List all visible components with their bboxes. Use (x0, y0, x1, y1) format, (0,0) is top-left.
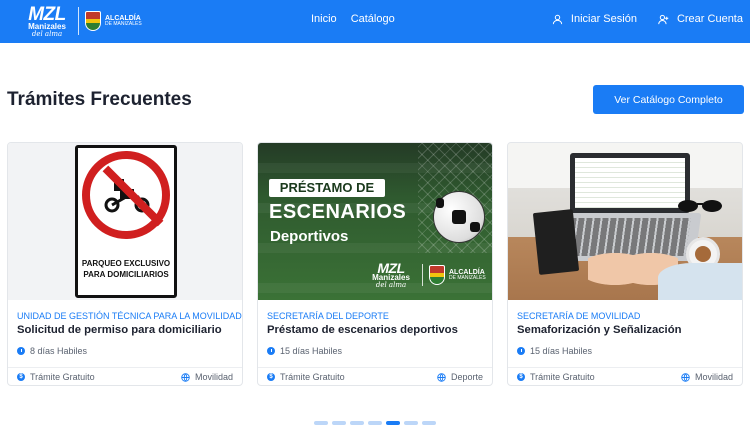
globe-icon (681, 372, 690, 382)
card-title: Préstamo de escenarios deportivos (267, 324, 458, 336)
top-navbar: MZL Manizales del alma ALCALDÍA DE MANIZ… (0, 0, 750, 43)
register-button[interactable]: Crear Cuenta (658, 13, 743, 25)
procedure-card-semaforizacion[interactable]: SECRETARÍA DE MOVILIDAD Semaforización y… (507, 142, 743, 386)
register-label: Crear Cuenta (676, 13, 743, 25)
brand-divider (78, 7, 79, 35)
sports-field-image: PRÉSTAMO DE ESCENARIOS Deportivos MZL Ma… (258, 143, 492, 300)
carousel-dot[interactable] (386, 421, 400, 425)
dollar-icon: $ (267, 373, 275, 381)
clock-icon (17, 347, 25, 355)
card-divider (8, 367, 242, 368)
clock-icon (267, 347, 275, 355)
card-category: Deporte (437, 372, 483, 382)
main-nav: Inicio Catálogo (311, 13, 395, 25)
nav-link-inicio[interactable]: Inicio (311, 13, 337, 25)
card-department: UNIDAD DE GESTIÓN TÉCNICA PARA LA MOVILI… (17, 311, 242, 321)
clock-icon (517, 347, 525, 355)
login-button[interactable]: Iniciar Sesión (552, 13, 637, 25)
carousel-dot[interactable] (314, 421, 328, 425)
alcaldia-label: ALCALDÍA DE MANIZALES (105, 14, 142, 28)
card-image (508, 143, 742, 300)
carousel-pagination (314, 421, 436, 425)
card-duration: 15 días Habiles (517, 346, 592, 356)
card-cost: $ Trámite Gratuito (17, 372, 95, 382)
procedure-card-escenarios[interactable]: PRÉSTAMO DE ESCENARIOS Deportivos MZL Ma… (257, 142, 493, 386)
parking-sign: PARQUEO EXCLUSIVO PARA DOMICILIARIOS (75, 145, 177, 298)
carousel-dot[interactable] (404, 421, 418, 425)
parking-sign-image: PARQUEO EXCLUSIVO PARA DOMICILIARIOS (8, 143, 242, 300)
card-divider (508, 367, 742, 368)
mzl-logo: MZL Manizales del alma (28, 3, 66, 38)
user-icon (552, 14, 563, 24)
card-title: Solicitud de permiso para domiciliario (17, 324, 222, 336)
banner-pre-text: PRÉSTAMO DE (269, 179, 385, 197)
carousel-dot[interactable] (422, 421, 436, 425)
login-label: Iniciar Sesión (570, 13, 637, 25)
card-image: PRÉSTAMO DE ESCENARIOS Deportivos MZL Ma… (258, 143, 492, 300)
notebook (532, 209, 580, 275)
dollar-icon: $ (517, 373, 525, 381)
card-cost: $ Trámite Gratuito (267, 372, 345, 382)
card-category: Movilidad (181, 372, 233, 382)
sunglasses-icon (678, 200, 722, 212)
laptop-desk-image (508, 143, 742, 300)
laptop-screen (570, 153, 690, 213)
coat-of-arms-icon (429, 265, 445, 285)
card-department: SECRETARÍA DEL DEPORTE (267, 311, 389, 321)
globe-icon (181, 372, 190, 382)
sleeve (658, 263, 742, 300)
section-title: Trámites Frecuentes (7, 89, 192, 110)
card-divider (258, 367, 492, 368)
carousel-dot[interactable] (368, 421, 382, 425)
globe-icon (437, 372, 446, 382)
soccer-ball-icon (433, 191, 485, 243)
card-category: Movilidad (681, 372, 733, 382)
mzl-logo: MZL Manizales del alma (372, 260, 410, 289)
user-plus-icon (658, 14, 669, 24)
card-department: SECRETARÍA DE MOVILIDAD (517, 311, 641, 321)
account-actions: Iniciar Sesión Crear Cuenta (552, 13, 743, 25)
card-cost: $ Trámite Gratuito (517, 372, 595, 382)
banner-logo: MZL Manizales del alma ALCALDÍA DE MANIZ… (366, 261, 486, 289)
prohibition-icon (82, 151, 170, 239)
card-duration: 8 días Habiles (17, 346, 87, 356)
procedure-card-domiciliario[interactable]: PARQUEO EXCLUSIVO PARA DOMICILIARIOS UNI… (7, 142, 243, 386)
card-title: Semaforización y Señalización (517, 324, 682, 336)
carousel-dot[interactable] (350, 421, 364, 425)
card-image: PARQUEO EXCLUSIVO PARA DOMICILIARIOS (8, 143, 242, 300)
view-catalog-button[interactable]: Ver Catálogo Completo (593, 85, 744, 114)
nav-link-catalogo[interactable]: Catálogo (351, 13, 395, 25)
coat-of-arms-icon (85, 11, 101, 31)
brand-logo[interactable]: MZL Manizales del alma ALCALDÍA DE MANIZ… (22, 4, 142, 38)
dollar-icon: $ (17, 373, 25, 381)
banner-sub-text: Deportivos (270, 228, 349, 245)
carousel-dot[interactable] (332, 421, 346, 425)
parking-sign-text: PARQUEO EXCLUSIVO PARA DOMICILIARIOS (81, 259, 171, 280)
banner-main-text: ESCENARIOS (269, 201, 407, 223)
card-duration: 15 días Habiles (267, 346, 342, 356)
